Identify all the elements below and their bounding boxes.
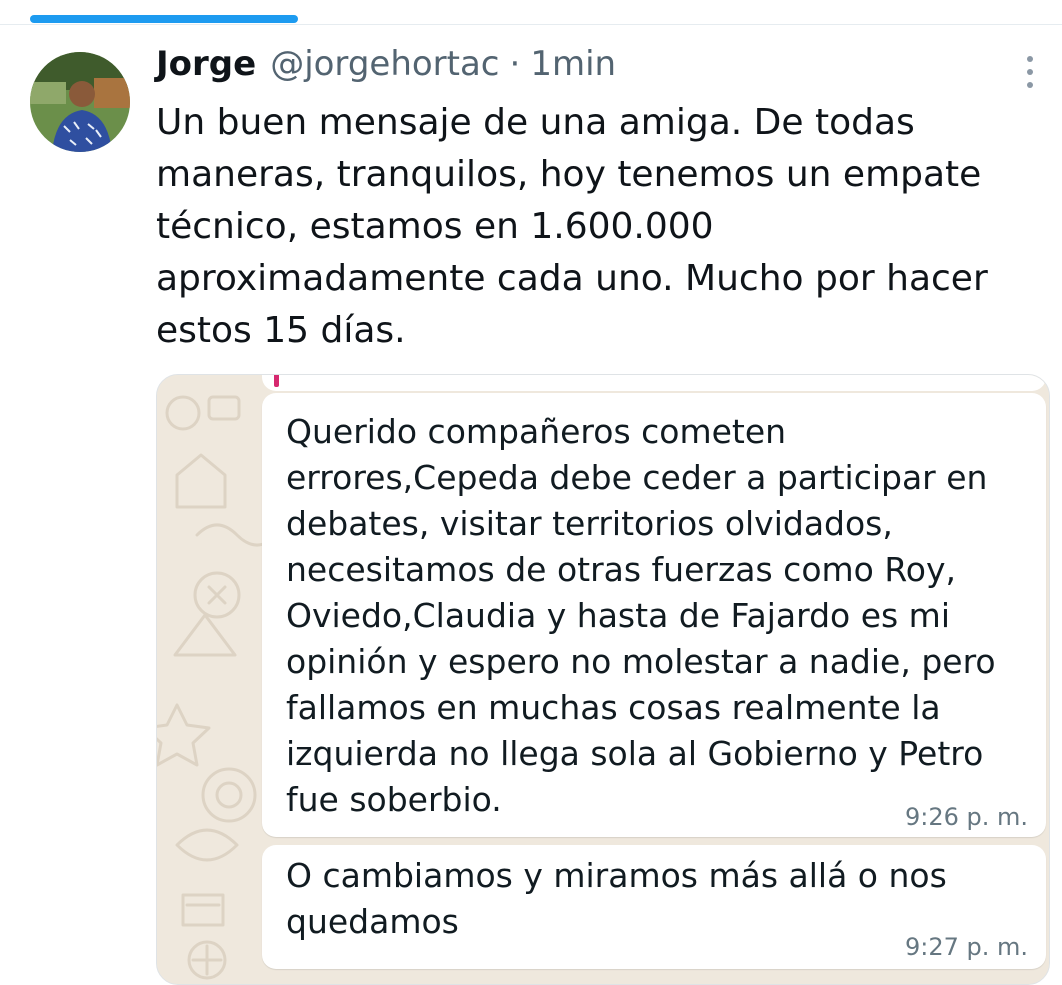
divider <box>0 24 1062 25</box>
author-name[interactable]: Jorge <box>156 44 256 84</box>
message-bubble: Querido compañeros cometen errores,Ceped… <box>262 393 1046 837</box>
author-handle[interactable]: @jorgehortac <box>270 44 499 84</box>
tweet-text: Un buen mensaje de una amiga. De todas m… <box>156 102 988 351</box>
tweet-media-image[interactable]: Querido compañeros cometen errores,Ceped… <box>156 374 1050 985</box>
message-time: 9:27 p. m. <box>904 933 1028 961</box>
more-vertical-icon[interactable] <box>1018 52 1042 92</box>
message-text: O cambiamos y miramos más allá o nos que… <box>286 856 947 941</box>
tab-indicator <box>30 15 298 23</box>
profile-photo <box>30 52 130 152</box>
message-time: 9:26 p. m. <box>904 803 1028 831</box>
cropped-message-bubble <box>262 375 1046 391</box>
separator: · <box>509 44 521 84</box>
tweet-header: Jorge @jorgehortac · 1min <box>156 44 616 94</box>
avatar[interactable] <box>30 52 130 152</box>
message-bubble: O cambiamos y miramos más allá o nos que… <box>262 845 1046 969</box>
message-text: Querido compañeros cometen errores,Ceped… <box>286 412 996 819</box>
quote-bar <box>274 375 279 387</box>
tweet-timestamp[interactable]: 1min <box>530 44 616 84</box>
